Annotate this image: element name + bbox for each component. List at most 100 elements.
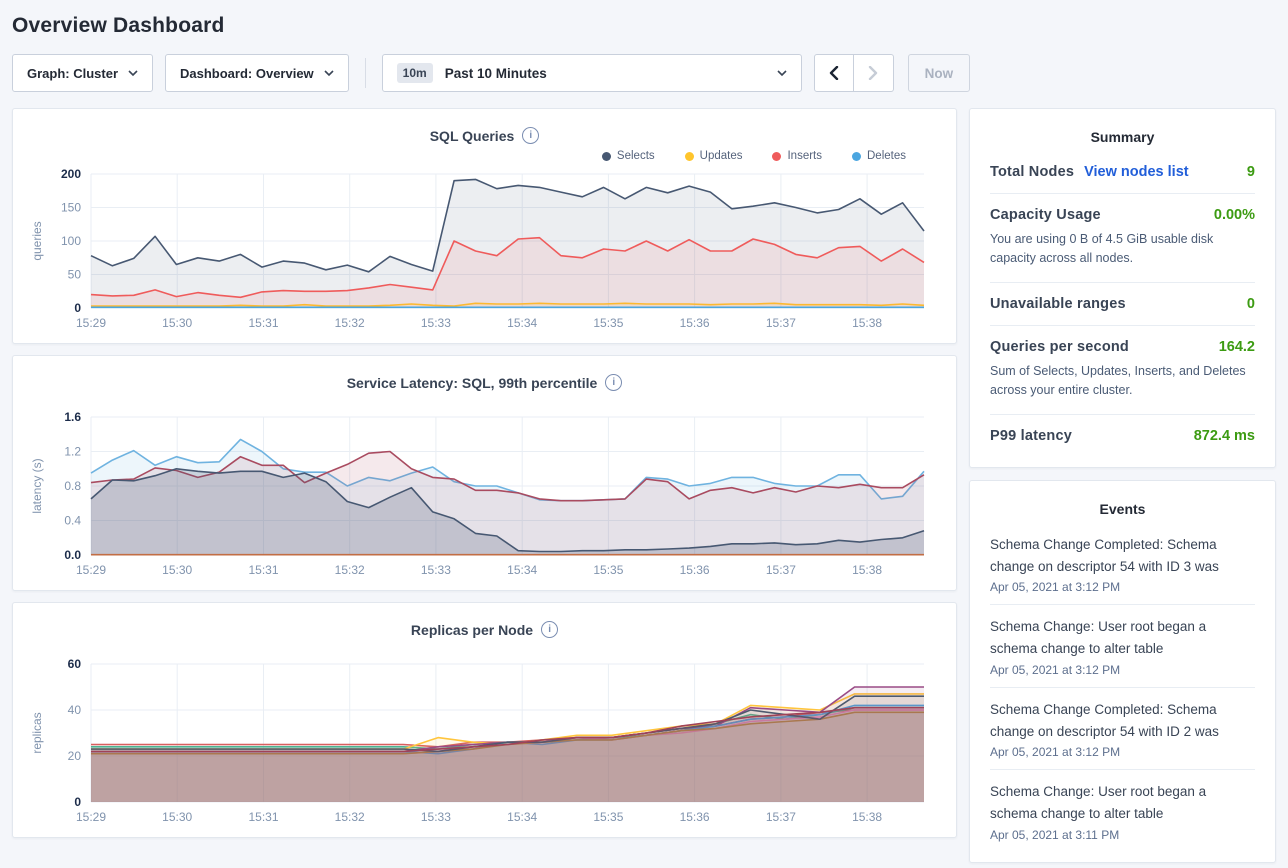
svg-text:15:29: 15:29: [76, 563, 106, 577]
toolbar: Graph: Cluster Dashboard: Overview 10m P…: [12, 54, 1276, 92]
svg-text:0: 0: [74, 301, 81, 315]
chevron-down-icon: [777, 68, 787, 78]
summary-row-unavailable: Unavailable ranges 0: [990, 283, 1255, 326]
view-nodes-list-link[interactable]: View nodes list: [1084, 164, 1189, 180]
total-nodes-label: Total Nodes: [990, 164, 1074, 180]
legend-label: Deletes: [867, 150, 906, 162]
p99-latency-label: P99 latency: [990, 428, 1072, 444]
svg-text:15:36: 15:36: [680, 810, 710, 824]
svg-text:15:32: 15:32: [335, 810, 365, 824]
qps-label: Queries per second: [990, 339, 1129, 355]
svg-text:15:34: 15:34: [507, 563, 537, 577]
svg-text:15:38: 15:38: [852, 563, 882, 577]
chart-legend: Selects Updates Inserts Deletes: [29, 146, 940, 166]
chevron-down-icon: [128, 68, 138, 78]
legend-item[interactable]: Selects: [602, 150, 655, 162]
svg-text:15:34: 15:34: [507, 316, 537, 330]
graph-dropdown[interactable]: Graph: Cluster: [12, 54, 153, 92]
legend-dot: [685, 152, 694, 161]
event-text: Schema Change: User root began a schema …: [990, 781, 1255, 826]
legend-item[interactable]: Inserts: [772, 150, 822, 162]
svg-text:0.8: 0.8: [64, 479, 81, 493]
svg-text:15:38: 15:38: [852, 810, 882, 824]
event-item[interactable]: Schema Change Completed: Schema change o…: [990, 523, 1255, 606]
dashboard-dropdown[interactable]: Dashboard: Overview: [165, 54, 349, 92]
time-range-label: Past 10 Minutes: [445, 66, 547, 81]
chevron-down-icon: [324, 68, 334, 78]
info-icon[interactable]: i: [605, 374, 622, 391]
time-range-badge: 10m: [397, 63, 433, 83]
sql-queries-chart[interactable]: 15:2915:3015:3115:3215:3315:3415:3515:36…: [29, 166, 940, 334]
svg-text:15:37: 15:37: [766, 563, 796, 577]
summary-row-p99: P99 latency 872.4 ms: [990, 415, 1255, 457]
time-pager: [814, 54, 894, 92]
svg-text:0.0: 0.0: [64, 548, 81, 562]
svg-text:15:35: 15:35: [593, 563, 623, 577]
chart-header: Replicas per Node i: [29, 615, 940, 640]
service-latency-chart[interactable]: 15:2915:3015:3115:3215:3315:3415:3515:36…: [29, 409, 940, 581]
legend-item[interactable]: Updates: [685, 150, 743, 162]
svg-text:50: 50: [68, 268, 82, 282]
svg-text:15:31: 15:31: [248, 316, 278, 330]
event-item[interactable]: Schema Change Completed: Schema change o…: [990, 688, 1255, 771]
time-range-selector[interactable]: 10m Past 10 Minutes: [382, 54, 802, 92]
svg-text:15:29: 15:29: [76, 810, 106, 824]
chevron-left-icon: [828, 66, 840, 80]
dashboard-dropdown-label: Dashboard: Overview: [180, 66, 314, 81]
svg-text:100: 100: [61, 234, 81, 248]
replicas-per-node-chart[interactable]: 15:2915:3015:3115:3215:3315:3415:3515:36…: [29, 656, 940, 828]
svg-text:15:38: 15:38: [852, 316, 882, 330]
svg-text:0: 0: [74, 795, 81, 809]
svg-text:15:33: 15:33: [421, 316, 451, 330]
svg-text:200: 200: [61, 167, 81, 181]
chart-header: Service Latency: SQL, 99th percentile i: [29, 368, 940, 393]
event-text: Schema Change: User root began a schema …: [990, 616, 1255, 661]
total-nodes-value: 9: [1247, 164, 1255, 180]
svg-text:15:31: 15:31: [248, 810, 278, 824]
chart-header: SQL Queries i: [29, 121, 940, 146]
svg-text:15:30: 15:30: [162, 316, 192, 330]
info-icon[interactable]: i: [541, 621, 558, 638]
event-item[interactable]: Schema Change: User root began a schema …: [990, 770, 1255, 852]
events-title: Events: [990, 493, 1255, 523]
event-text: Schema Change Completed: Schema change o…: [990, 534, 1255, 579]
now-button[interactable]: Now: [908, 54, 971, 92]
unavailable-ranges-value: 0: [1247, 296, 1255, 312]
event-text: Schema Change Completed: Schema change o…: [990, 699, 1255, 744]
svg-text:15:34: 15:34: [507, 810, 537, 824]
chart-title: Service Latency: SQL, 99th percentile: [347, 375, 598, 391]
page-title: Overview Dashboard: [12, 12, 1276, 54]
svg-text:15:32: 15:32: [335, 563, 365, 577]
svg-text:15:33: 15:33: [421, 563, 451, 577]
legend-label: Inserts: [787, 150, 822, 162]
svg-text:15:33: 15:33: [421, 810, 451, 824]
prev-range-button[interactable]: [814, 54, 854, 92]
svg-text:queries: queries: [30, 221, 44, 260]
chevron-right-icon: [867, 66, 879, 80]
svg-text:latency (s): latency (s): [30, 458, 44, 513]
summary-title: Summary: [990, 121, 1255, 151]
overview-dashboard-page: Overview Dashboard Graph: Cluster Dashbo…: [0, 0, 1288, 863]
event-timestamp: Apr 05, 2021 at 3:12 PM: [990, 580, 1255, 594]
charts-column: SQL Queries i Selects Updates Inserts Delet…: [12, 108, 957, 838]
svg-text:15:36: 15:36: [680, 316, 710, 330]
events-panel: Events Schema Change Completed: Schema c…: [969, 480, 1276, 863]
capacity-desc: You are using 0 B of 4.5 GiB usable disk…: [990, 230, 1255, 269]
summary-panel: Summary Total Nodes View nodes list 9 Ca…: [969, 108, 1276, 468]
event-item[interactable]: Schema Change: User root began a schema …: [990, 605, 1255, 688]
svg-text:15:30: 15:30: [162, 810, 192, 824]
event-timestamp: Apr 05, 2021 at 3:12 PM: [990, 663, 1255, 677]
svg-text:1.2: 1.2: [64, 445, 81, 459]
next-range-button[interactable]: [854, 54, 894, 92]
qps-value: 164.2: [1219, 339, 1255, 355]
legend-item[interactable]: Deletes: [852, 150, 906, 162]
svg-text:15:37: 15:37: [766, 810, 796, 824]
p99-latency-value: 872.4 ms: [1194, 428, 1255, 444]
info-icon[interactable]: i: [522, 127, 539, 144]
legend-label: Selects: [617, 150, 655, 162]
event-timestamp: Apr 05, 2021 at 3:11 PM: [990, 828, 1255, 842]
legend-label: Updates: [700, 150, 743, 162]
svg-text:150: 150: [61, 201, 81, 215]
svg-text:15:30: 15:30: [162, 563, 192, 577]
sql-queries-panel: SQL Queries i Selects Updates Inserts Delet…: [12, 108, 957, 344]
